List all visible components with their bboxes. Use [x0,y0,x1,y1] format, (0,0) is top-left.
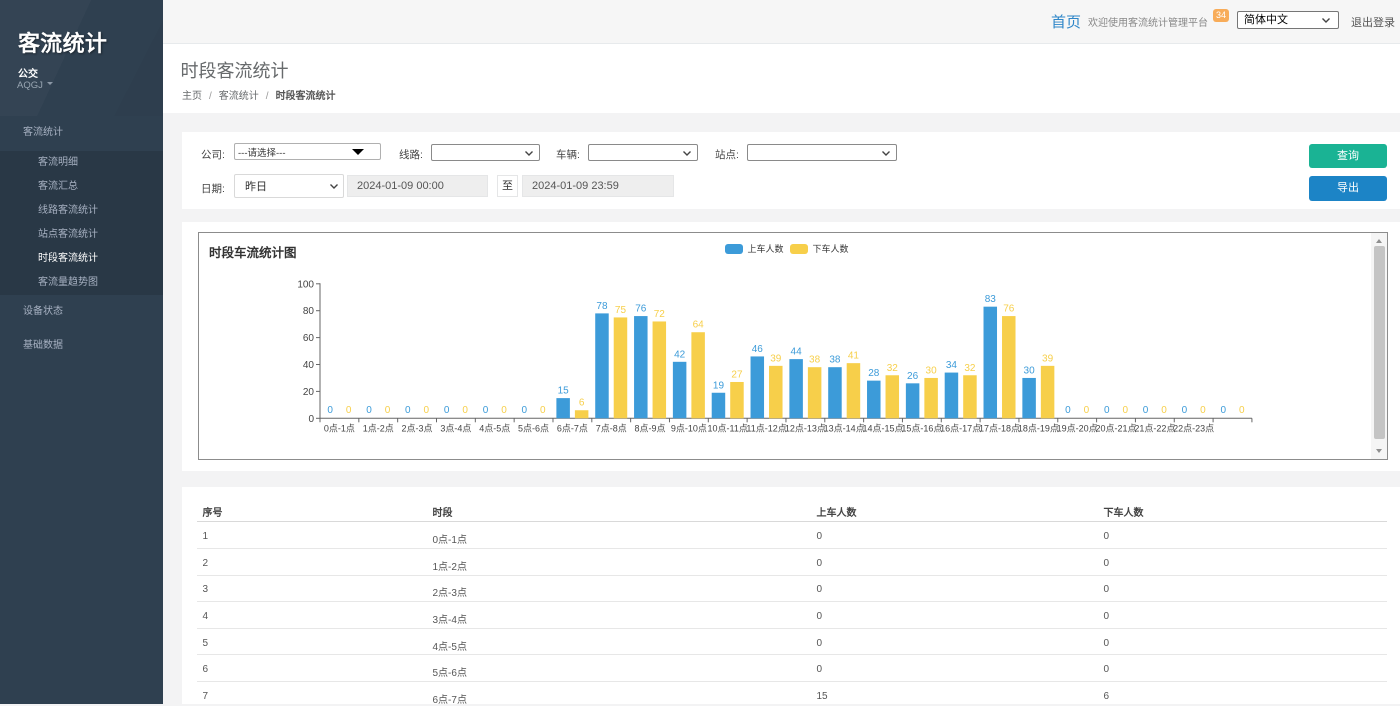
svg-text:0: 0 [385,405,391,416]
svg-text:39: 39 [770,353,782,364]
svg-text:19点-20点: 19点-20点 [1057,424,1098,434]
svg-text:38: 38 [809,355,821,366]
svg-text:60: 60 [303,333,315,344]
svg-text:0: 0 [405,405,411,416]
svg-text:0: 0 [1143,405,1149,416]
svg-text:76: 76 [635,304,647,315]
svg-text:40: 40 [303,360,315,371]
svg-text:0: 0 [1182,405,1188,416]
svg-text:14点-15点: 14点-15点 [863,424,904,434]
svg-text:11点-12点: 11点-12点 [746,424,786,434]
svg-text:44: 44 [791,347,803,358]
svg-text:100: 100 [297,279,314,290]
svg-text:38: 38 [829,355,841,366]
svg-text:42: 42 [674,349,686,360]
svg-text:0: 0 [540,405,546,416]
svg-text:27: 27 [731,369,743,380]
svg-text:19: 19 [713,380,725,391]
svg-text:0: 0 [1122,405,1128,416]
svg-text:0点-1点: 0点-1点 [324,424,355,434]
svg-text:0: 0 [327,405,333,416]
svg-text:0: 0 [444,405,450,416]
svg-text:39: 39 [1042,353,1054,364]
svg-text:7点-8点: 7点-8点 [596,424,627,434]
svg-text:26: 26 [907,371,919,382]
svg-text:13点-14点: 13点-14点 [824,424,865,434]
svg-text:83: 83 [985,294,997,305]
svg-text:4点-5点: 4点-5点 [479,424,510,434]
svg-text:10点-11点: 10点-11点 [708,424,748,434]
svg-text:0: 0 [522,405,528,416]
svg-text:0: 0 [1200,405,1206,416]
svg-text:46: 46 [752,344,764,355]
svg-text:32: 32 [887,363,899,374]
svg-text:12点-13点: 12点-13点 [785,424,826,434]
svg-text:0: 0 [1239,405,1245,416]
svg-text:20点-21点: 20点-21点 [1095,424,1136,434]
svg-text:17点-18点: 17点-18点 [979,424,1020,434]
svg-text:6点-7点: 6点-7点 [557,424,588,434]
svg-text:0: 0 [1104,405,1110,416]
svg-text:0: 0 [1065,405,1071,416]
svg-text:3点-4点: 3点-4点 [440,424,471,434]
svg-text:0: 0 [308,414,314,425]
svg-text:0: 0 [1220,405,1226,416]
svg-text:20: 20 [303,387,315,398]
svg-text:0: 0 [346,405,352,416]
svg-text:75: 75 [615,305,627,316]
svg-text:21点-22点: 21点-22点 [1134,424,1175,434]
svg-text:78: 78 [596,301,608,312]
svg-text:41: 41 [848,351,860,362]
svg-text:0: 0 [424,405,430,416]
svg-text:30: 30 [926,365,938,376]
svg-text:0: 0 [1084,405,1090,416]
svg-text:34: 34 [946,360,958,371]
svg-text:18点-19点: 18点-19点 [1018,424,1059,434]
svg-text:72: 72 [654,309,666,320]
svg-text:15点-16点: 15点-16点 [901,424,942,434]
svg-text:76: 76 [1003,304,1015,315]
svg-text:64: 64 [693,320,705,331]
svg-text:0: 0 [483,405,489,416]
svg-text:5点-6点: 5点-6点 [518,424,549,434]
svg-text:9点-10点: 9点-10点 [671,424,707,434]
svg-text:6: 6 [579,398,585,409]
svg-text:8点-9点: 8点-9点 [635,424,666,434]
svg-text:2点-3点: 2点-3点 [402,424,433,434]
svg-text:0: 0 [366,405,372,416]
svg-text:30: 30 [1024,365,1036,376]
svg-text:0: 0 [1161,405,1167,416]
svg-text:80: 80 [303,306,315,317]
svg-text:28: 28 [868,368,880,379]
svg-text:16点-17点: 16点-17点 [940,424,981,434]
svg-text:15: 15 [558,386,570,397]
svg-text:22点-23点: 22点-23点 [1173,424,1214,434]
svg-text:32: 32 [964,363,976,374]
svg-text:1点-2点: 1点-2点 [363,424,394,434]
svg-text:0: 0 [462,405,468,416]
svg-text:0: 0 [501,405,507,416]
